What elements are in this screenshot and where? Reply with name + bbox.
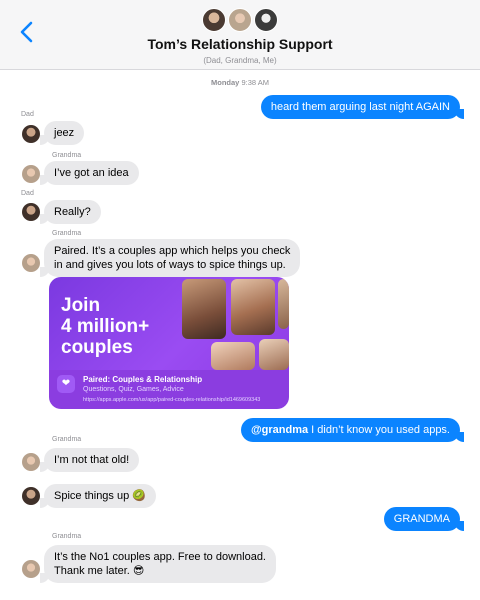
group-avatars[interactable] bbox=[0, 8, 480, 32]
avatar-me bbox=[254, 8, 278, 32]
avatar-grandma bbox=[22, 254, 40, 272]
message-line: in and gives you lots of ways to spice t… bbox=[54, 259, 286, 271]
link-info-bar: ❤ Paired: Couples & Relationship Questio… bbox=[49, 370, 289, 409]
sender-name: Grandma bbox=[52, 533, 82, 540]
couple-photo bbox=[259, 339, 289, 370]
message-bubble-incoming[interactable]: Paired. It’s a couples app which helps y… bbox=[39, 239, 301, 277]
couple-photo bbox=[278, 279, 289, 329]
promo-headline-line: couples bbox=[61, 337, 133, 358]
link-url: https://apps.apple.com/us/app/paired-cou… bbox=[83, 397, 261, 403]
sender-name: Dad bbox=[21, 111, 34, 118]
avatar-grandma bbox=[22, 165, 40, 183]
message-bubble-incoming[interactable]: It’s the No1 couples app. Free to downlo… bbox=[40, 545, 276, 583]
message-bubble-incoming[interactable]: Really? bbox=[40, 200, 101, 224]
chat-members: (Dad, Grandma, Me) bbox=[203, 56, 277, 65]
avatar-grandma bbox=[22, 560, 40, 578]
message-text: I didn’t know you used apps. bbox=[308, 424, 450, 436]
avatar-dad bbox=[202, 8, 226, 32]
promo-headline: Join 4 million+ couples bbox=[61, 295, 149, 358]
timestamp-time: 9:38 AM bbox=[241, 78, 269, 87]
promo-headline-line: 4 million+ bbox=[61, 316, 150, 337]
message-bubble-incoming[interactable]: jeez bbox=[39, 121, 85, 145]
avatar-grandma bbox=[228, 8, 252, 32]
couple-photo bbox=[182, 279, 226, 339]
promo-image: Join 4 million+ couples bbox=[49, 277, 289, 370]
sender-name: Grandma bbox=[52, 436, 82, 443]
couple-photo bbox=[211, 342, 255, 370]
sender-name: Dad bbox=[21, 190, 34, 197]
avatar-dad bbox=[22, 203, 40, 221]
avatar-dad bbox=[22, 125, 40, 143]
mention[interactable]: @grandma bbox=[251, 424, 308, 436]
message-bubble-outgoing[interactable]: heard them arguing last night AGAIN bbox=[260, 95, 465, 119]
sender-name: Grandma bbox=[52, 230, 82, 237]
avatar-dad bbox=[22, 487, 40, 505]
message-bubble-incoming[interactable]: I’m not that old! bbox=[39, 448, 140, 472]
sender-name: Grandma bbox=[52, 152, 82, 159]
timestamp-day: Monday bbox=[211, 78, 240, 87]
message-line: It’s the No1 couples app. Free to downlo… bbox=[54, 551, 266, 563]
message-bubble-incoming[interactable]: I’ve got an idea bbox=[40, 161, 139, 185]
app-categories: Questions, Quiz, Games, Advice bbox=[83, 386, 184, 393]
app-link-preview[interactable]: Join 4 million+ couples ❤ Paired: Couple… bbox=[49, 277, 289, 409]
promo-headline-line: Join bbox=[61, 295, 101, 316]
couple-photo bbox=[231, 279, 275, 335]
message-line: Thank me later. 😎 bbox=[54, 565, 145, 577]
timestamp: Monday 9:38 AM bbox=[0, 78, 480, 87]
message-bubble-outgoing[interactable]: @grandma I didn’t know you used apps. bbox=[240, 418, 465, 442]
message-line: Paired. It’s a couples app which helps y… bbox=[54, 245, 291, 257]
message-bubble-incoming[interactable]: Spice things up 🥝 bbox=[40, 484, 156, 508]
message-bubble-outgoing[interactable]: GRANDMA bbox=[383, 507, 465, 531]
chat-title[interactable]: Tom’s Relationship Support bbox=[0, 36, 480, 52]
app-name: Paired: Couples & Relationship bbox=[83, 375, 203, 384]
avatar-grandma bbox=[22, 453, 40, 471]
heart-icon: ❤ bbox=[57, 375, 75, 393]
chat-header: Tom’s Relationship Support (Dad, Grandma… bbox=[0, 0, 480, 70]
